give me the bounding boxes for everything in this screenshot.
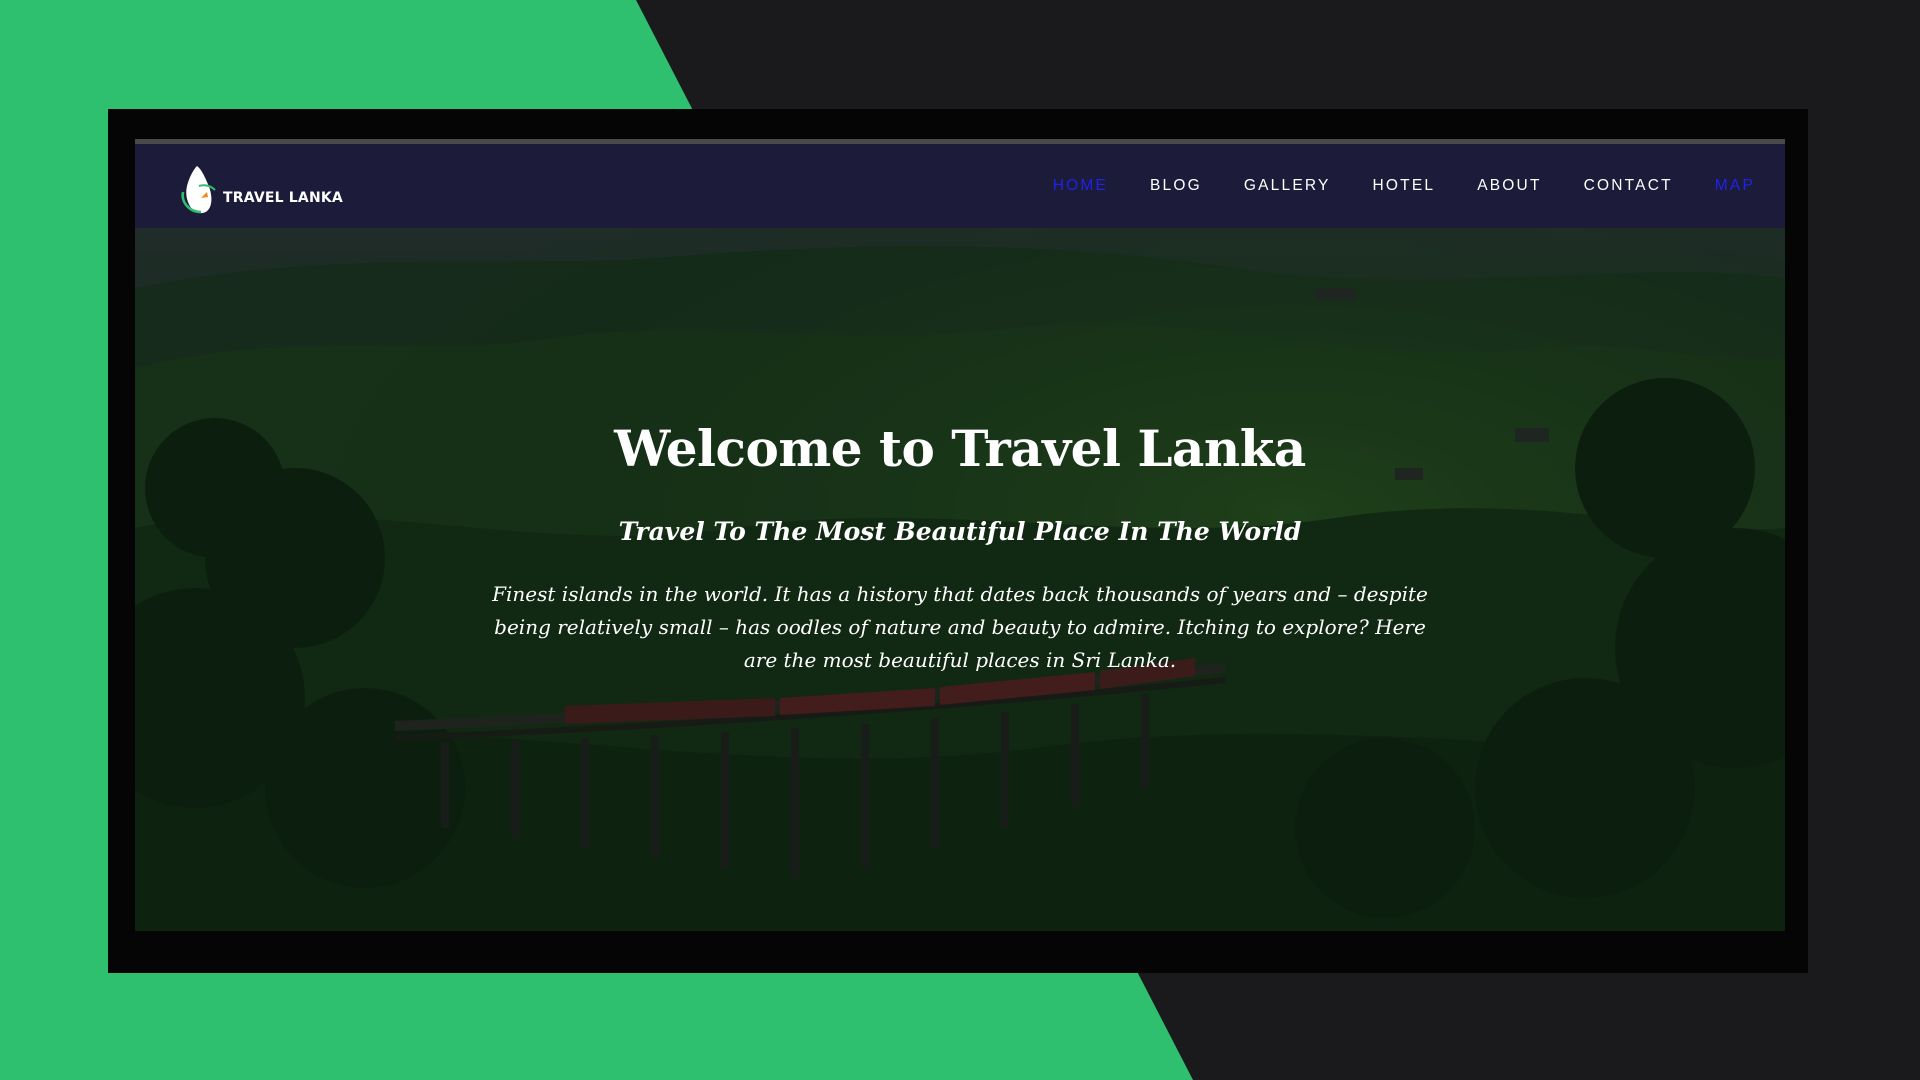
hero-subtitle: Travel To The Most Beautiful Place In Th…: [618, 517, 1302, 546]
sri-lanka-island-icon: [181, 166, 216, 214]
navbar: TRAVEL LANKA HOME BLOG GALLERY HOTEL ABO…: [135, 144, 1785, 228]
nav-blog[interactable]: BLOG: [1150, 177, 1202, 195]
main-nav: HOME BLOG GALLERY HOTEL ABOUT CONTACT MA…: [1011, 144, 1755, 228]
website-screen: TRAVEL LANKA HOME BLOG GALLERY HOTEL ABO…: [135, 139, 1785, 941]
logo-text: TRAVEL LANKA: [223, 190, 343, 206]
nav-home[interactable]: HOME: [1053, 177, 1108, 195]
bottom-border: [135, 931, 1785, 941]
hero-title: Welcome to Travel Lanka: [614, 419, 1306, 478]
nav-map[interactable]: MAP: [1715, 177, 1755, 195]
hero-description: Finest islands in the world. It has a hi…: [492, 582, 1428, 672]
nav-gallery[interactable]: GALLERY: [1244, 177, 1331, 195]
hero-section: Welcome to Travel Lanka Travel To The Mo…: [135, 228, 1785, 941]
screenshot-frame: TRAVEL LANKA HOME BLOG GALLERY HOTEL ABO…: [108, 109, 1808, 973]
nav-about[interactable]: ABOUT: [1477, 177, 1541, 195]
nav-contact[interactable]: CONTACT: [1584, 177, 1673, 195]
nav-hotel[interactable]: HOTEL: [1373, 177, 1436, 195]
logo[interactable]: TRAVEL LANKA: [177, 162, 343, 216]
